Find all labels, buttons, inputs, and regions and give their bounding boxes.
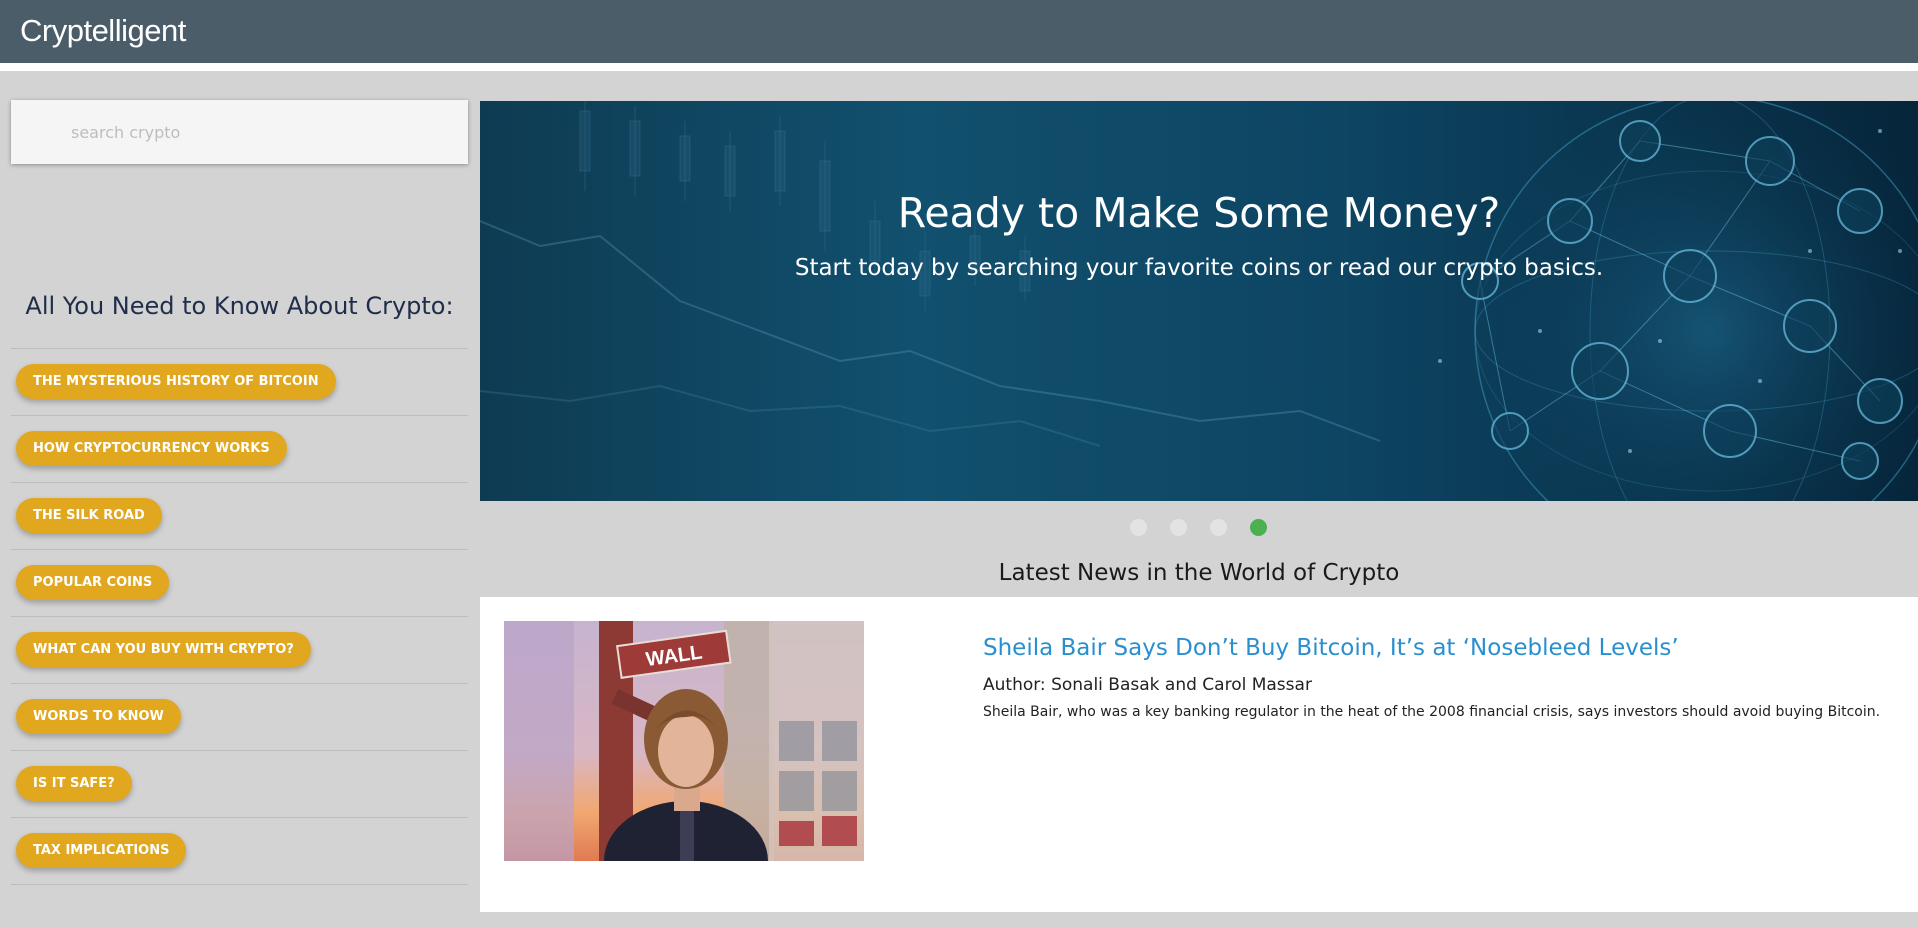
sidebar-item-how-it-works: HOW CRYPTOCURRENCY WORKS bbox=[11, 415, 468, 482]
sidebar-item-safety: IS IT SAFE? bbox=[11, 750, 468, 817]
sidebar-item-silk-road: THE SILK ROAD bbox=[11, 482, 468, 549]
top-navbar: Cryptelligent bbox=[0, 0, 1918, 63]
news-heading: Latest News in the World of Crypto bbox=[998, 560, 1400, 586]
hero-subtitle: Start today by searching your favorite c… bbox=[794, 255, 1604, 281]
words-to-know-button[interactable]: WORDS TO KNOW bbox=[16, 699, 181, 734]
sidebar-list: THE MYSTERIOUS HISTORY OF BITCOIN HOW CR… bbox=[11, 348, 468, 885]
news-photo: WALL bbox=[504, 621, 864, 861]
is-it-safe-button[interactable]: IS IT SAFE? bbox=[16, 766, 132, 801]
news-article-title-link[interactable]: Sheila Bair Says Don’t Buy Bitcoin, It’s… bbox=[983, 635, 1679, 661]
news-card: WALL Sheila Bair Says Don’t Buy Bitcoin,… bbox=[480, 597, 1918, 912]
carousel-dot-2[interactable] bbox=[1170, 519, 1187, 536]
carousel-dot-1[interactable] bbox=[1130, 519, 1147, 536]
popular-coins-button[interactable]: POPULAR COINS bbox=[16, 565, 170, 600]
carousel-dot-4[interactable] bbox=[1250, 519, 1267, 536]
sidebar-heading: All You Need to Know About Crypto: bbox=[25, 292, 454, 320]
sidebar-item-words: WORDS TO KNOW bbox=[11, 683, 468, 750]
sidebar-item-what-to-buy: WHAT CAN YOU BUY WITH CRYPTO? bbox=[11, 616, 468, 683]
how-cryptocurrency-works-button[interactable]: HOW CRYPTOCURRENCY WORKS bbox=[16, 431, 287, 466]
sidebar-item-history: THE MYSTERIOUS HISTORY OF BITCOIN bbox=[11, 348, 468, 415]
navbar-underline bbox=[0, 63, 1918, 71]
sidebar-item-tax: TAX IMPLICATIONS bbox=[11, 817, 468, 885]
hero-banner: Ready to Make Some Money? Start today by… bbox=[480, 101, 1918, 501]
hero-title: Ready to Make Some Money? bbox=[897, 189, 1501, 237]
sidebar-item-popular-coins: POPULAR COINS bbox=[11, 549, 468, 616]
news-image[interactable]: WALL bbox=[504, 621, 864, 861]
search-input[interactable] bbox=[11, 100, 468, 164]
tax-implications-button[interactable]: TAX IMPLICATIONS bbox=[16, 833, 187, 868]
history-of-bitcoin-button[interactable]: THE MYSTERIOUS HISTORY OF BITCOIN bbox=[16, 364, 336, 399]
news-article-author: Author: Sonali Basak and Carol Massar bbox=[983, 675, 1312, 695]
silk-road-button[interactable]: THE SILK ROAD bbox=[16, 498, 162, 533]
news-article-description: Sheila Bair, who was a key banking regul… bbox=[983, 704, 1881, 720]
hero-background-image bbox=[480, 101, 1918, 501]
what-can-you-buy-button[interactable]: WHAT CAN YOU BUY WITH CRYPTO? bbox=[16, 632, 311, 667]
carousel-dot-3[interactable] bbox=[1210, 519, 1227, 536]
brand-logo[interactable]: Cryptelligent bbox=[20, 13, 186, 49]
